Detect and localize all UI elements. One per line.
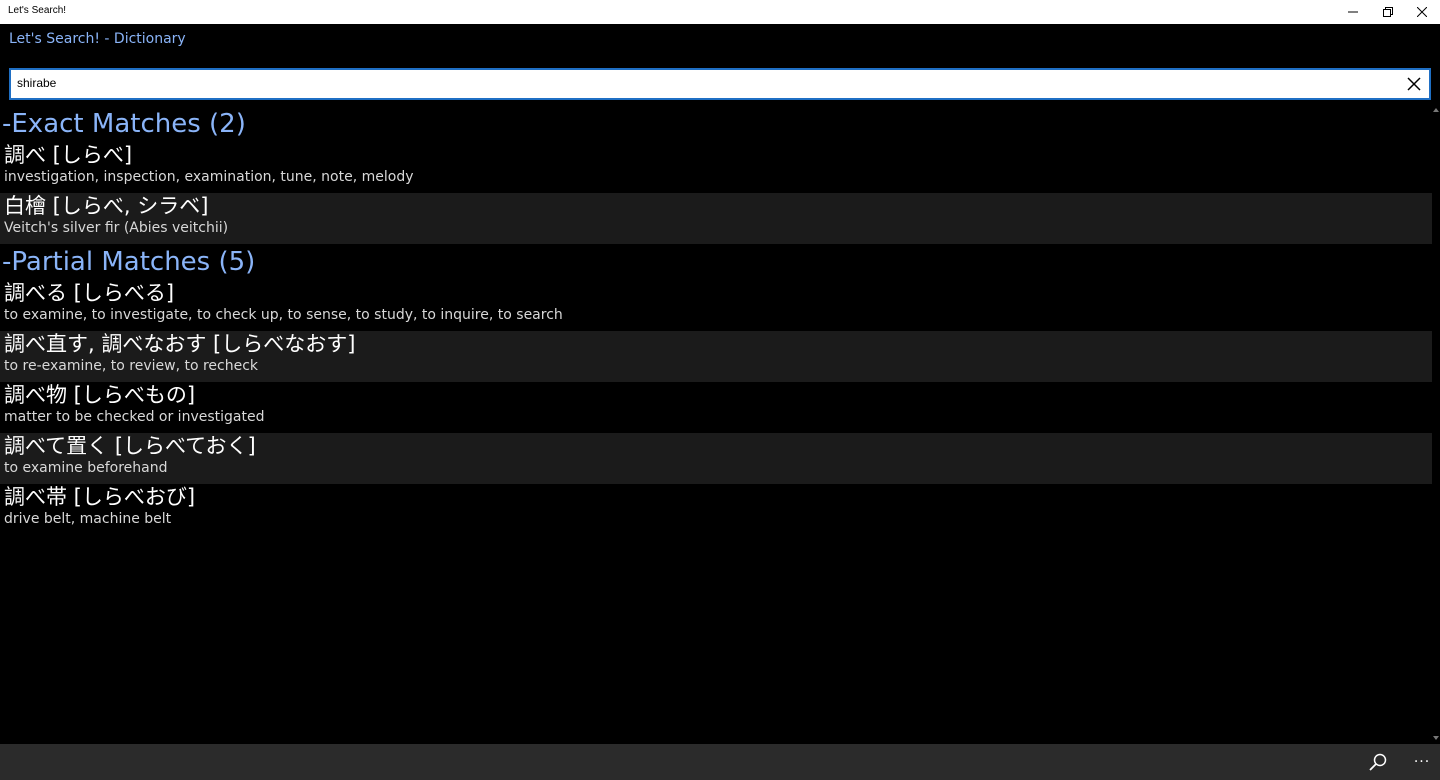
entry-term: 調べて置く [しらべておく]	[4, 434, 256, 458]
close-icon	[1417, 7, 1427, 17]
search-button[interactable]	[1366, 750, 1390, 774]
group-header-partial[interactable]: -Partial Matches (5)	[0, 244, 1432, 280]
more-options-button[interactable]: ···	[1410, 750, 1434, 774]
group-header-exact[interactable]: -Exact Matches (2)	[0, 106, 1432, 142]
list-item[interactable]: 調べて置く [しらべておく] to examine beforehand	[0, 433, 1432, 484]
entry-meaning: drive belt, machine belt	[4, 511, 172, 527]
list-item[interactable]: 調べ [しらべ] investigation, inspection, exam…	[0, 142, 1432, 193]
entry-term: 調べ [しらべ]	[4, 143, 133, 167]
list-item[interactable]: 調べ帯 [しらべおび] drive belt, machine belt	[0, 484, 1432, 535]
clear-search-button[interactable]	[1405, 75, 1423, 93]
minimize-icon	[1348, 11, 1358, 13]
entry-meaning: to examine, to investigate, to check up,…	[4, 307, 563, 323]
scrollbar[interactable]	[1432, 106, 1440, 742]
entry-term: 調べ直す, 調べなおす [しらべなおす]	[4, 332, 356, 356]
list-item[interactable]: 調べる [しらべる] to examine, to investigate, t…	[0, 280, 1432, 331]
minimize-button[interactable]	[1336, 0, 1370, 24]
list-item[interactable]: 白檜 [しらべ, シラベ] Veitch's silver fir (Abies…	[0, 193, 1432, 244]
window-title: Let's Search!	[8, 5, 67, 16]
window-titlebar: Let's Search!	[0, 0, 1440, 24]
entry-meaning: matter to be checked or investigated	[4, 409, 265, 425]
entry-meaning: Veitch's silver fir (Abies veitchii)	[4, 220, 229, 236]
restore-icon	[1383, 7, 1393, 17]
restore-button[interactable]	[1371, 0, 1405, 24]
scroll-down-icon[interactable]	[1433, 736, 1439, 740]
search-icon	[1369, 753, 1387, 771]
entry-meaning: to examine beforehand	[4, 460, 168, 476]
entry-term: 白檜 [しらべ, シラベ]	[4, 194, 209, 218]
app-title: Let's Search! - Dictionary	[9, 31, 186, 47]
entry-meaning: investigation, inspection, examination, …	[4, 169, 414, 185]
bottom-app-bar: ···	[0, 744, 1440, 780]
close-icon	[1407, 77, 1421, 91]
results-list: -Exact Matches (2) 調べ [しらべ] investigatio…	[0, 106, 1432, 744]
search-box	[9, 68, 1431, 100]
search-input[interactable]	[17, 72, 1387, 94]
list-item[interactable]: 調べ直す, 調べなおす [しらべなおす] to re-examine, to r…	[0, 331, 1432, 382]
entry-meaning: to re-examine, to review, to recheck	[4, 358, 259, 374]
entry-term: 調べる [しらべる]	[4, 281, 175, 305]
entry-term: 調べ帯 [しらべおび]	[4, 485, 196, 509]
entry-term: 調べ物 [しらべもの]	[4, 383, 196, 407]
scroll-up-icon[interactable]	[1433, 108, 1439, 112]
close-button[interactable]	[1405, 0, 1439, 24]
list-item[interactable]: 調べ物 [しらべもの] matter to be checked or inve…	[0, 382, 1432, 433]
